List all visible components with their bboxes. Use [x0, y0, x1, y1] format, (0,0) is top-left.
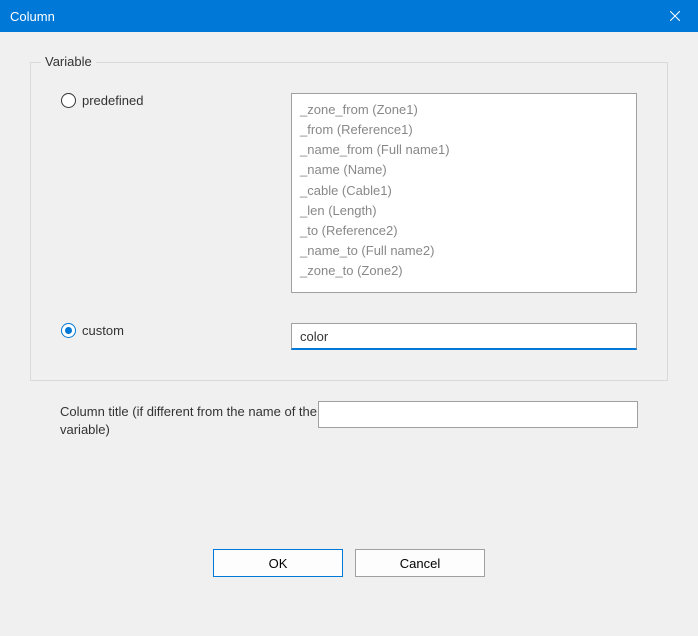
list-item[interactable]: _name_to (Full name2) — [300, 241, 628, 261]
close-button[interactable] — [652, 0, 698, 32]
predefined-radio-label[interactable]: predefined — [82, 93, 143, 108]
list-item[interactable]: _to (Reference2) — [300, 221, 628, 241]
custom-row: custom — [61, 323, 637, 350]
titlebar: Column — [0, 0, 698, 32]
window-title: Column — [10, 9, 55, 24]
list-item[interactable]: _len (Length) — [300, 201, 628, 221]
list-item[interactable]: _from (Reference1) — [300, 120, 628, 140]
column-title-label: Column title (if different from the name… — [60, 401, 318, 439]
close-icon — [670, 11, 680, 21]
ok-button[interactable]: OK — [213, 549, 343, 577]
variable-fieldset: Variable predefined _zone_from (Zone1) _… — [30, 62, 668, 381]
cancel-button[interactable]: Cancel — [355, 549, 485, 577]
custom-radio-label[interactable]: custom — [82, 323, 124, 338]
column-title-input[interactable] — [318, 401, 638, 428]
list-item[interactable]: _zone_to (Zone2) — [300, 261, 628, 281]
predefined-row: predefined _zone_from (Zone1) _from (Ref… — [61, 93, 637, 293]
dialog-content: Variable predefined _zone_from (Zone1) _… — [0, 32, 698, 597]
list-item[interactable]: _name (Name) — [300, 160, 628, 180]
fieldset-legend: Variable — [41, 54, 96, 69]
list-item[interactable]: _name_from (Full name1) — [300, 140, 628, 160]
custom-input[interactable] — [291, 323, 637, 350]
list-item[interactable]: _zone_from (Zone1) — [300, 100, 628, 120]
list-item[interactable]: _cable (Cable1) — [300, 181, 628, 201]
button-row: OK Cancel — [30, 549, 668, 577]
predefined-listbox[interactable]: _zone_from (Zone1) _from (Reference1) _n… — [291, 93, 637, 293]
custom-radio[interactable] — [61, 323, 76, 338]
predefined-radio[interactable] — [61, 93, 76, 108]
column-title-row: Column title (if different from the name… — [30, 401, 668, 439]
